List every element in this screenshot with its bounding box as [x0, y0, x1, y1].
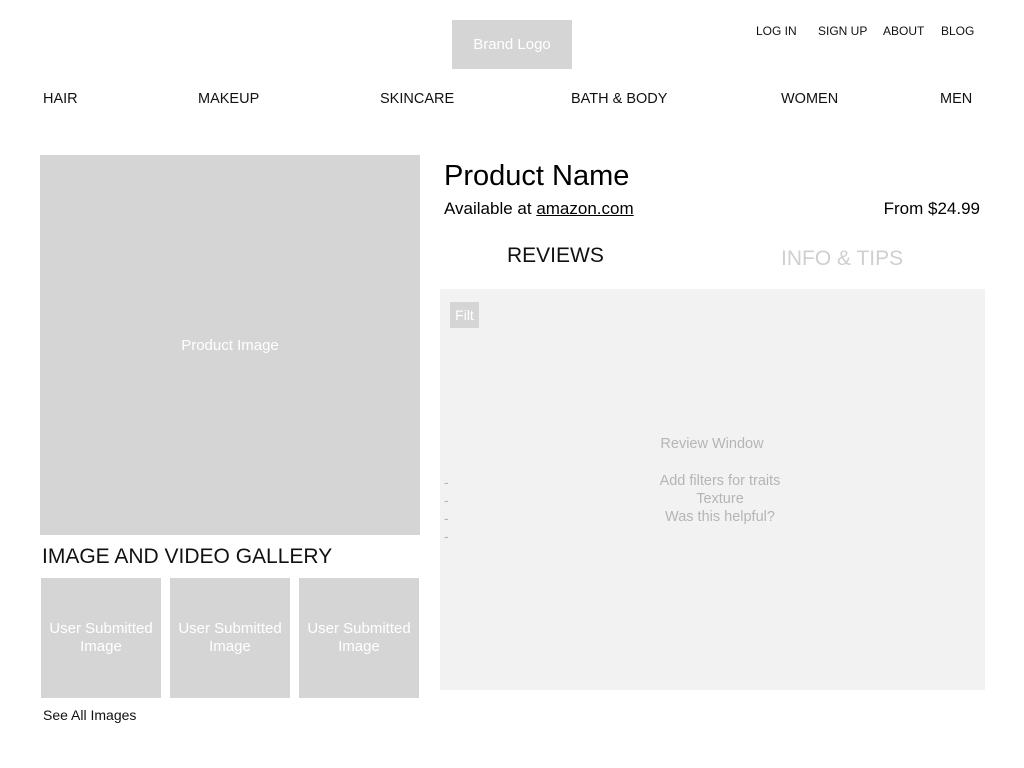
review-placeholder-text: Add filters for traits Texture Was this …	[620, 472, 820, 526]
thumb-label: User Submitted Image	[45, 620, 157, 656]
nav-item-skincare[interactable]: SKINCARE	[380, 91, 454, 107]
review-dash: -	[444, 492, 449, 508]
signup-link[interactable]: SIGN UP	[818, 24, 867, 38]
nav-item-bath-body[interactable]: BATH & BODY	[571, 91, 667, 107]
product-image-label: Product Image	[181, 336, 279, 354]
availability: Available at amazon.com	[444, 199, 634, 219]
review-dash: -	[444, 474, 449, 490]
thumb-label-line2: Image	[338, 638, 380, 655]
tab-reviews[interactable]: REVIEWS	[507, 244, 604, 268]
thumb-label-line2: Image	[80, 638, 122, 655]
review-dash: -	[444, 528, 449, 544]
gallery-title: IMAGE AND VIDEO GALLERY	[42, 545, 333, 568]
review-line-texture: Texture	[696, 491, 744, 507]
thumb-label: User Submitted Image	[303, 620, 415, 656]
review-dash: -	[444, 510, 449, 526]
thumb-label-line1: User Submitted	[307, 620, 411, 637]
retailer-link[interactable]: amazon.com	[536, 199, 633, 218]
availability-prefix: Available at	[444, 199, 537, 218]
blog-link[interactable]: BLOG	[941, 24, 974, 38]
thumb-label-line1: User Submitted	[49, 620, 153, 637]
product-image[interactable]: Product Image	[40, 155, 420, 535]
gallery-thumb-1[interactable]: User Submitted Image	[41, 578, 161, 698]
filter-button[interactable]: Filt	[450, 302, 479, 328]
login-link[interactable]: LOG IN	[756, 24, 797, 38]
about-link[interactable]: ABOUT	[883, 24, 924, 38]
review-window-title: Review Window	[660, 436, 764, 452]
thumb-label-line1: User Submitted	[178, 620, 282, 637]
price: From $24.99	[883, 199, 980, 218]
thumb-label-line2: Image	[209, 638, 251, 655]
review-line-helpful: Was this helpful?	[665, 509, 775, 525]
gallery-thumb-3[interactable]: User Submitted Image	[299, 578, 419, 698]
product-name: Product Name	[444, 160, 630, 192]
thumb-label: User Submitted Image	[174, 620, 286, 656]
nav-item-women[interactable]: WOMEN	[781, 91, 838, 107]
gallery-thumb-2[interactable]: User Submitted Image	[170, 578, 290, 698]
nav-item-makeup[interactable]: MAKEUP	[198, 91, 259, 107]
tab-info-tips[interactable]: INFO & TIPS	[781, 247, 903, 271]
nav-item-hair[interactable]: HAIR	[43, 91, 78, 107]
brand-logo[interactable]: Brand Logo	[452, 20, 572, 69]
see-all-images-link[interactable]: See All Images	[43, 707, 136, 723]
review-line-filters: Add filters for traits	[659, 473, 781, 489]
nav-item-men[interactable]: MEN	[940, 91, 972, 107]
